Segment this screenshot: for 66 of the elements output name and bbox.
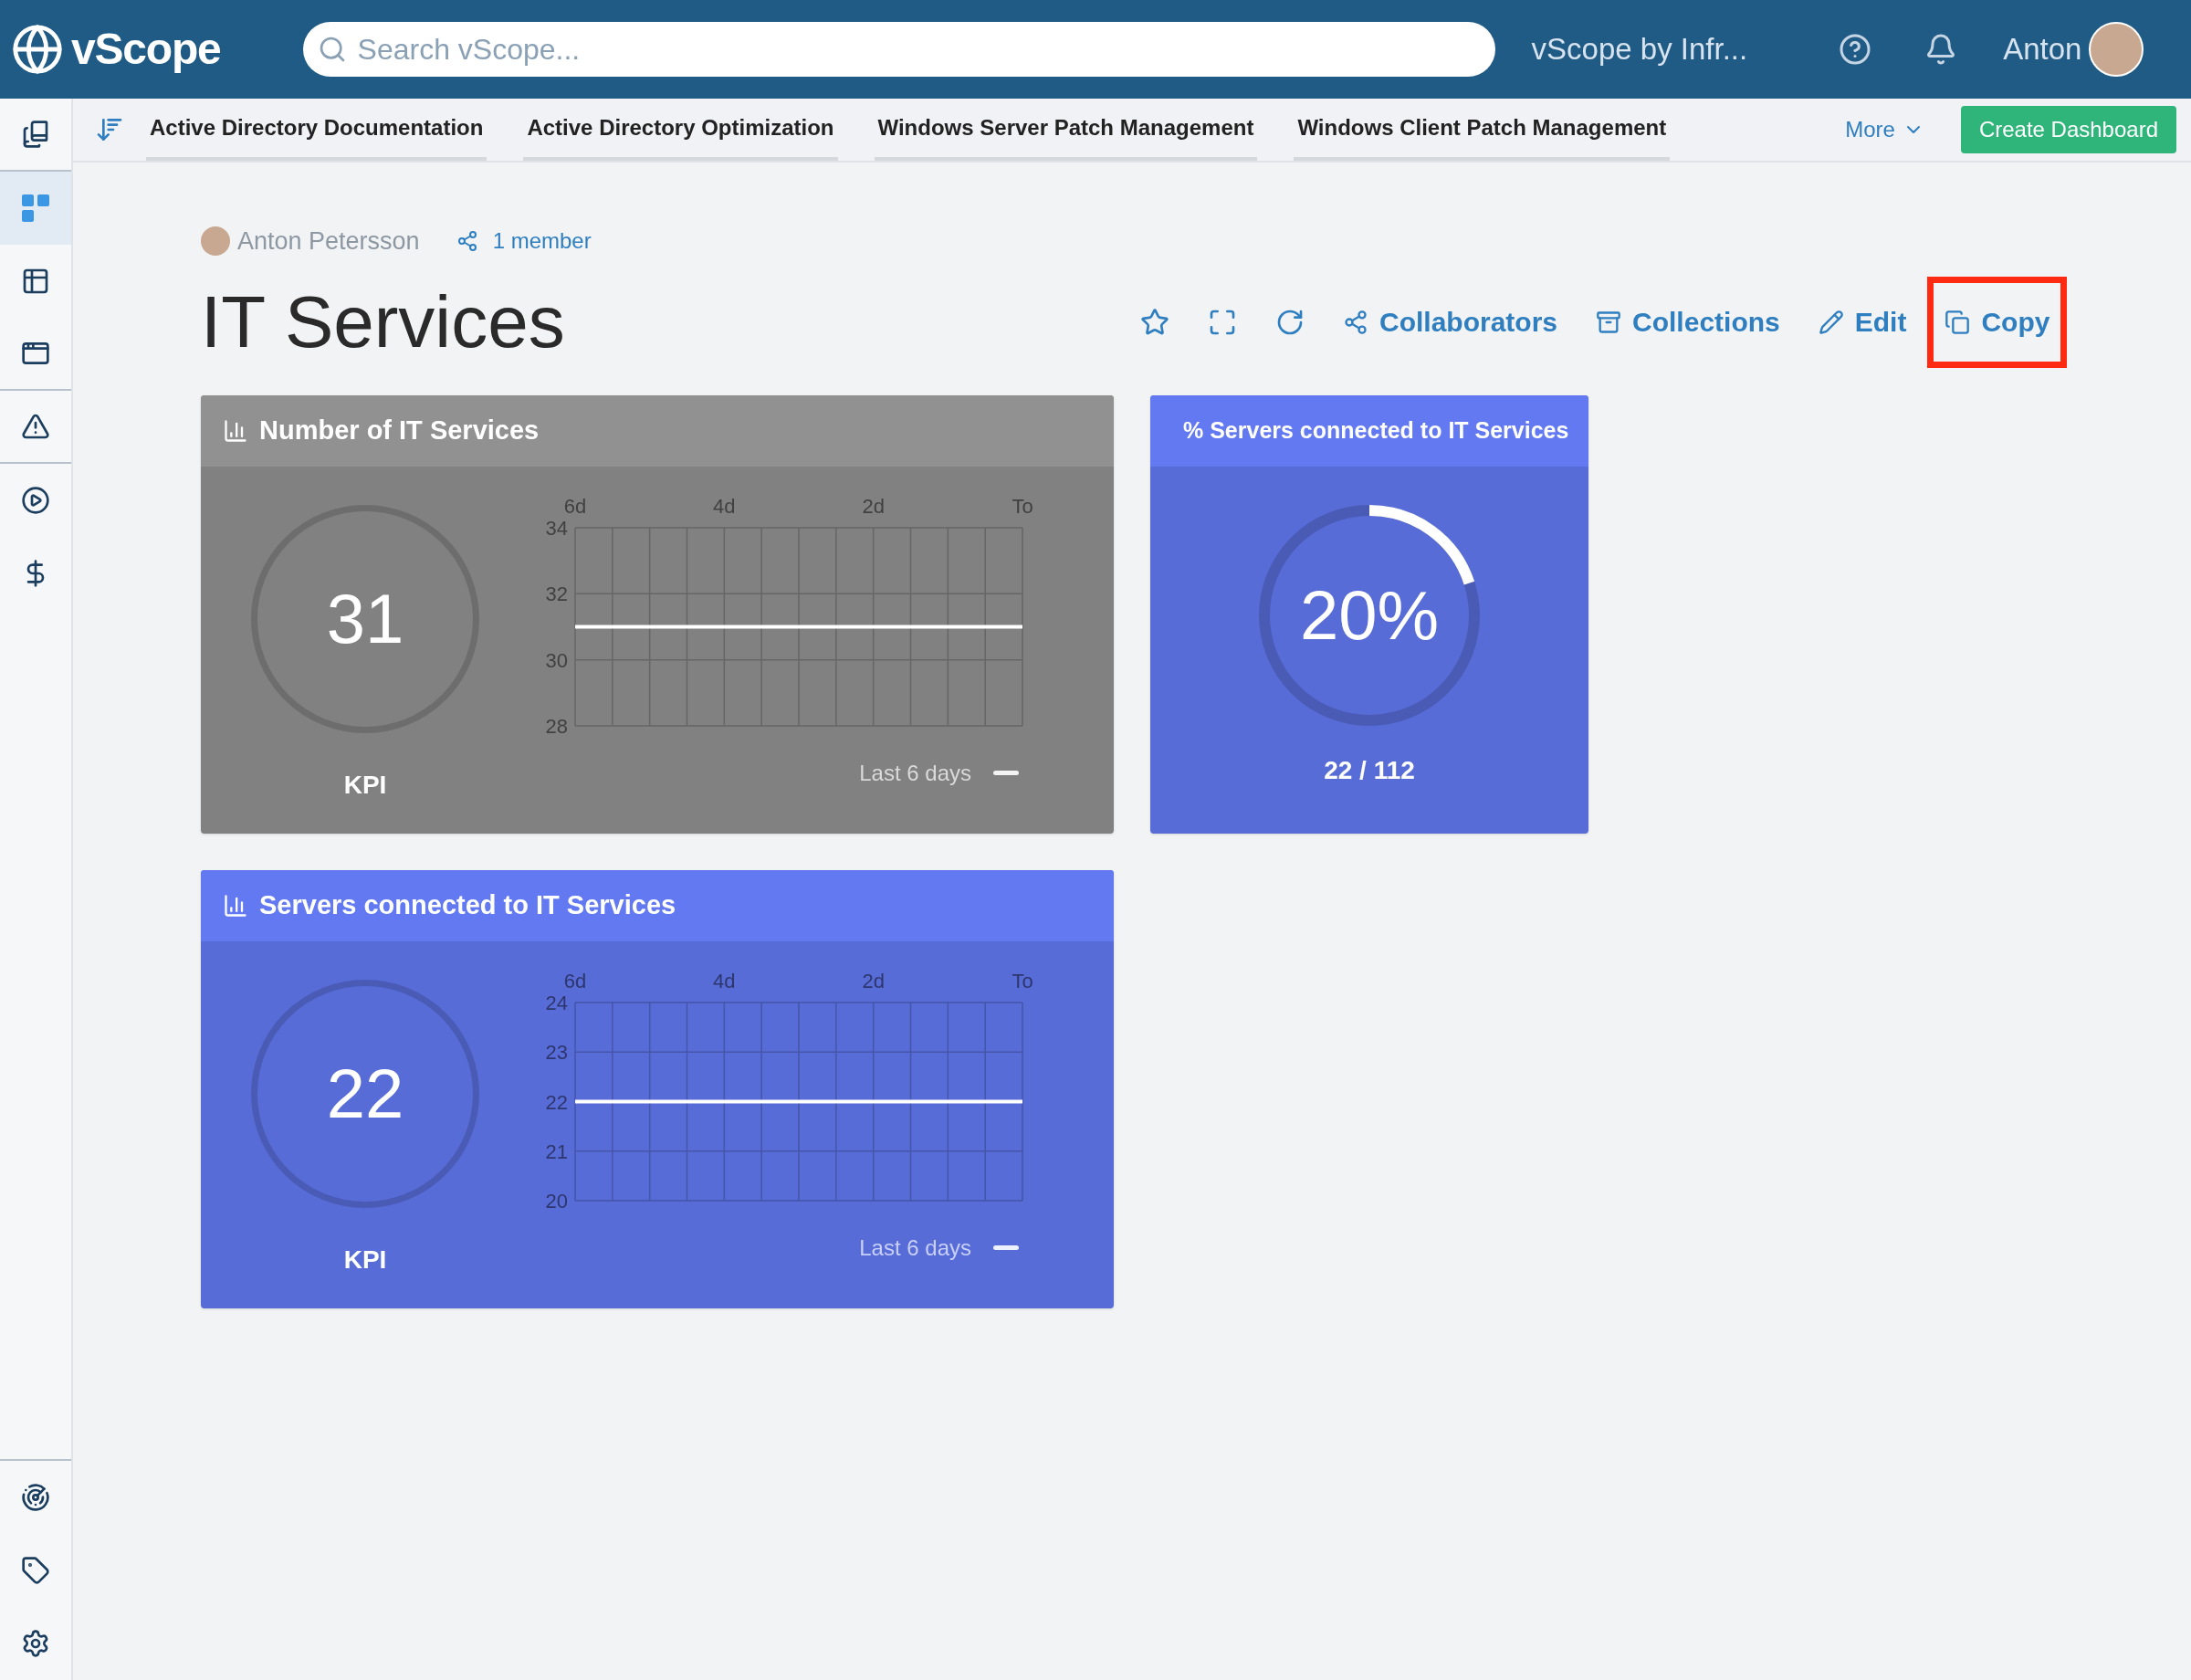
help-icon[interactable] [1839, 33, 1872, 66]
axis-label: 24 [545, 991, 568, 1014]
axis-label: 21 [545, 1139, 568, 1163]
organization-name: vScope by Infr... [1531, 31, 1748, 68]
dashboard-tab[interactable]: Windows Client Patch Management [1294, 99, 1671, 161]
axis-label: 22 [545, 1090, 568, 1113]
axis-label: 23 [545, 1040, 568, 1064]
axis-label: 4d [713, 494, 736, 518]
kpi-caption: KPI [343, 1244, 387, 1276]
play-icon [21, 486, 50, 515]
axis-label: 6d [563, 494, 587, 518]
widget-title: Number of IT Services [259, 414, 540, 446]
copy-action[interactable]: Copy [1927, 276, 2068, 368]
members-link[interactable]: 1 member [492, 225, 592, 258]
table-icon [21, 267, 50, 296]
star-icon [1140, 307, 1169, 337]
radar-icon [21, 1483, 50, 1512]
create-dashboard-button[interactable]: Create Dashboard [1960, 106, 2176, 153]
axis-label: 20 [545, 1189, 568, 1210]
owner-name: Anton Petersson [237, 226, 420, 257]
bar-chart-icon [223, 417, 248, 444]
legend-label: Last 6 days [859, 759, 971, 787]
axis-label: To [1012, 969, 1033, 992]
axis-label: 30 [545, 648, 568, 672]
pencil-icon [1818, 309, 1844, 335]
edit-action[interactable]: Edit [1800, 276, 1924, 368]
more-menu[interactable]: More [1845, 113, 1924, 146]
bar-chart-icon [223, 892, 248, 919]
share-icon [1343, 309, 1368, 335]
share-icon [456, 230, 478, 253]
logo-text: vScope [71, 24, 221, 75]
dashboard-tab[interactable]: Windows Server Patch Management [874, 99, 1258, 161]
kpi-value: 31 [326, 578, 404, 659]
user-name[interactable]: Anton [2003, 26, 2082, 72]
widget-title: % Servers connected to IT Services [1183, 415, 1569, 445]
ratio-caption: 22 / 112 [1324, 754, 1415, 786]
percentage-value: 20% [1299, 574, 1440, 656]
legend-label: Last 6 days [859, 1234, 971, 1262]
kpi-caption: KPI [343, 769, 387, 801]
widget-title: Servers connected to IT Services [259, 888, 676, 921]
axis-label: To [1012, 494, 1033, 518]
dashboard-tab[interactable]: Active Directory Documentation [146, 99, 487, 161]
axis-label: 6d [563, 969, 587, 992]
share-action[interactable]: Collaborators [1326, 276, 1576, 368]
collections-action[interactable]: Collections [1578, 276, 1798, 368]
dashboard-title: IT Services [201, 279, 566, 364]
globe-logo-icon [11, 23, 64, 76]
legend-swatch [993, 1245, 1019, 1250]
warning-icon [21, 412, 50, 441]
tag-icon [21, 1556, 50, 1585]
settings-icon [21, 1629, 50, 1658]
owner-avatar [201, 226, 230, 257]
dashboard-icon [21, 194, 50, 223]
legend-swatch [993, 771, 1019, 775]
dashboard-tab[interactable]: Active Directory Optimization [523, 99, 838, 161]
search-field[interactable]: Search vScope... [302, 22, 1495, 77]
axis-label: 34 [545, 516, 568, 540]
kpi-value: 22 [326, 1053, 404, 1134]
axis-label: 32 [545, 582, 568, 605]
axis-label: 28 [545, 714, 568, 735]
copy-icon [1945, 309, 1971, 335]
library-icon [21, 120, 50, 149]
axis-label: 4d [713, 969, 736, 992]
axis-label: 2d [862, 494, 885, 518]
archive-icon [1596, 309, 1622, 335]
axis-label: 2d [862, 969, 885, 992]
